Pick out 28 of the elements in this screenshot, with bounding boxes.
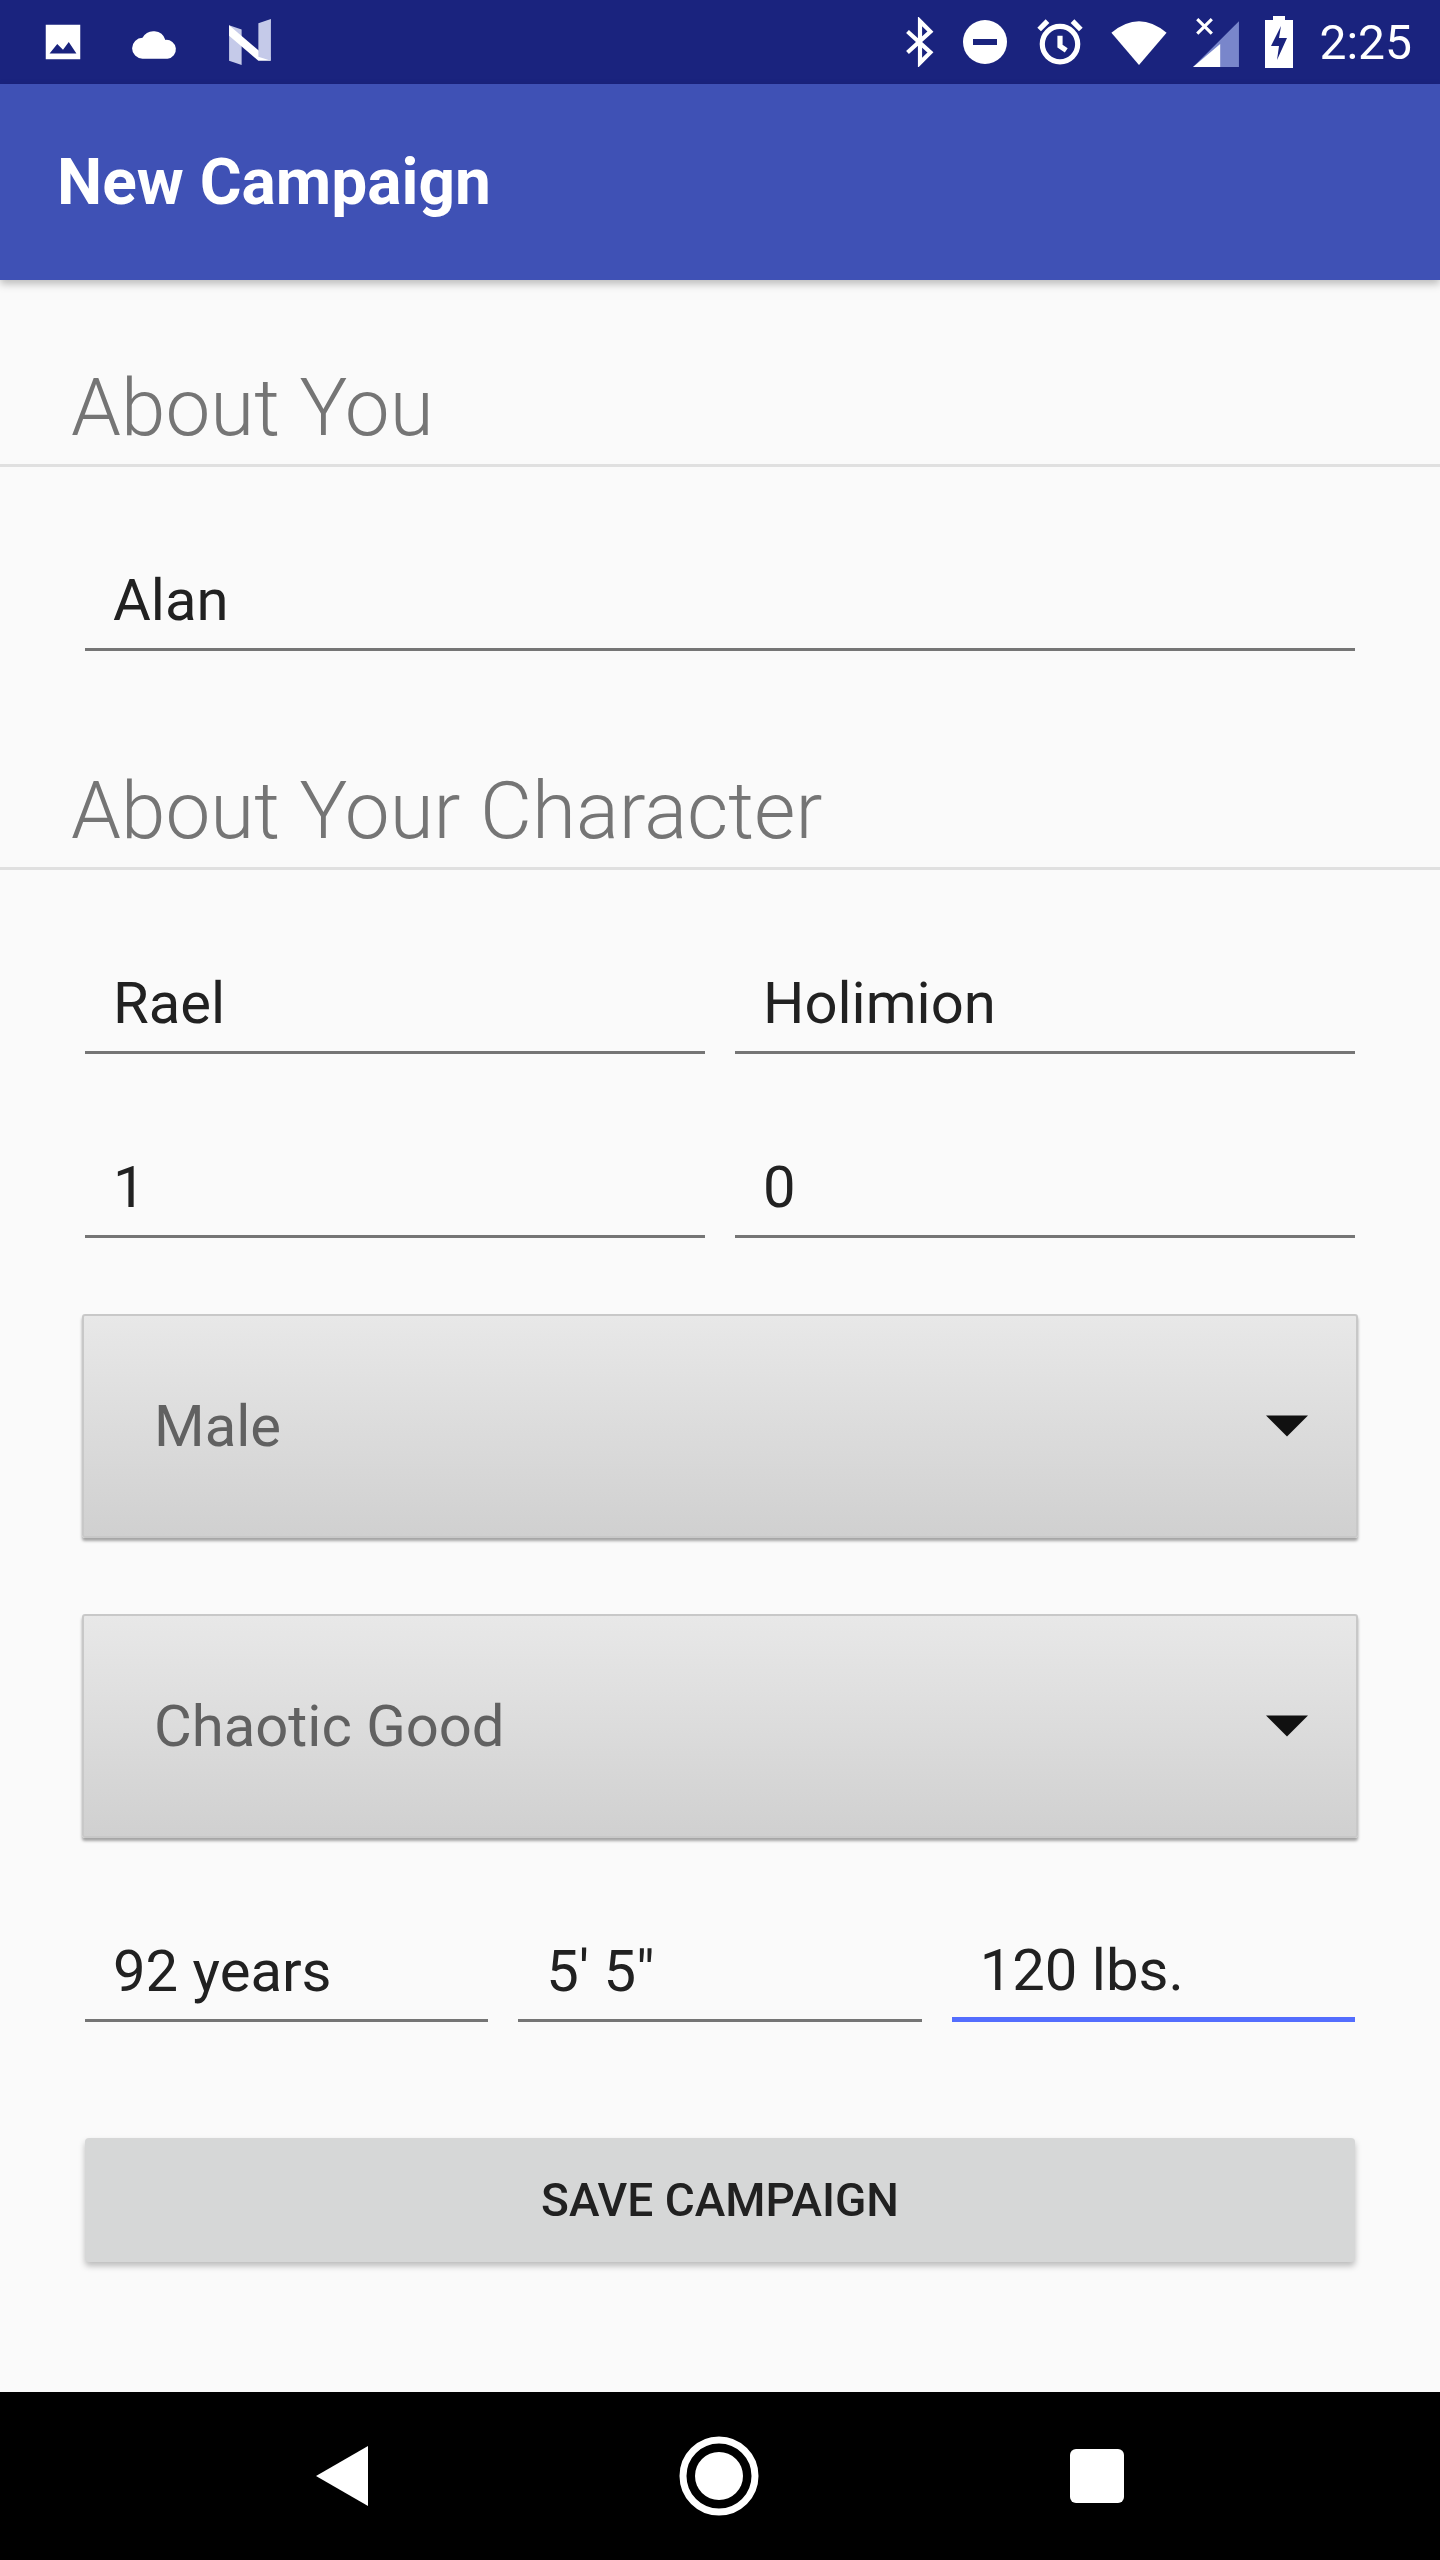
battery-charging-icon xyxy=(1265,16,1294,68)
bluetooth-icon xyxy=(905,17,936,67)
home-icon[interactable] xyxy=(679,2436,759,2516)
text-field[interactable]: 120 lbs. xyxy=(951,1922,1355,2022)
dropdown-spinner[interactable]: Chaotic Good xyxy=(82,1614,1358,1838)
text-field[interactable]: 92 years xyxy=(85,1922,489,2022)
text-field[interactable]: Alan xyxy=(85,551,1355,651)
wifi-icon xyxy=(1111,19,1168,65)
text-field[interactable]: Rael xyxy=(85,954,705,1054)
back-icon[interactable] xyxy=(315,2446,368,2506)
text-field[interactable]: 5' 5" xyxy=(518,1922,922,2022)
save-campaign-button[interactable]: SAVE CAMPAIGN xyxy=(85,2138,1355,2262)
dropdown-arrow-icon xyxy=(1266,1415,1308,1437)
do-not-disturb-icon xyxy=(961,18,1010,66)
cellular-signal-icon xyxy=(1193,17,1240,67)
recents-icon[interactable] xyxy=(1070,2449,1125,2503)
screen-title: New Campaign xyxy=(57,144,491,220)
alarm-icon xyxy=(1035,17,1086,67)
text-field[interactable]: Holimion xyxy=(735,954,1355,1054)
spinner-value: Male xyxy=(154,1392,283,1460)
section-heading: About You xyxy=(0,360,1440,467)
text-field[interactable]: 0 xyxy=(735,1138,1355,1238)
dropdown-spinner[interactable]: Male xyxy=(82,1314,1358,1538)
spinner-value: Chaotic Good xyxy=(154,1692,506,1760)
dropdown-arrow-icon xyxy=(1266,1715,1308,1737)
text-field[interactable]: 1 xyxy=(85,1138,705,1238)
status-time: 2:25 xyxy=(1319,13,1412,71)
section-heading: About Your Character xyxy=(0,763,1440,870)
